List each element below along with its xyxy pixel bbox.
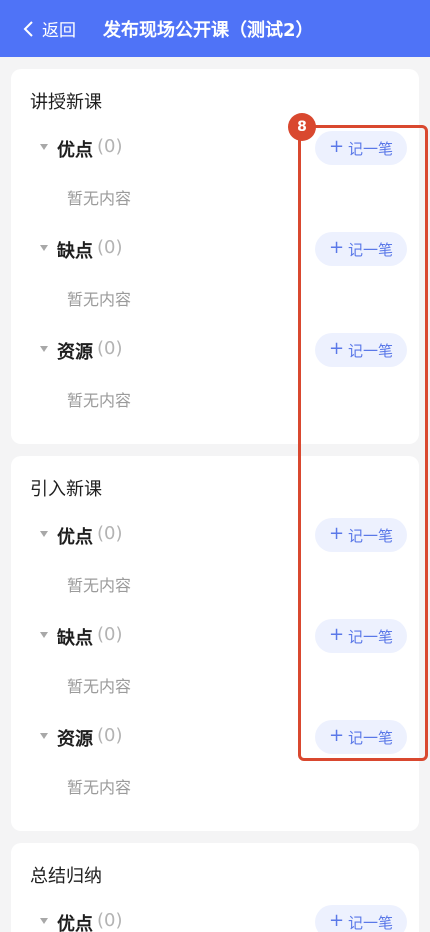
chevron-left-icon (23, 20, 33, 37)
caret-down-icon[interactable] (40, 531, 48, 537)
caret-down-icon[interactable] (40, 144, 48, 150)
item-label: 缺点 (57, 241, 93, 262)
item-label: 优点 (57, 527, 93, 548)
item-label: 缺点 (57, 628, 93, 649)
section-title: 总结归纳 (30, 866, 102, 887)
item-row-pros: 优点 (0) + 记一笔 (11, 905, 419, 932)
empty-text: 暂无内容 (67, 677, 132, 696)
item-label: 资源 (57, 729, 93, 750)
add-note-label: 记一笔 (348, 913, 394, 932)
annotation-badge: 8 (288, 113, 316, 141)
back-button[interactable]: 返回 (22, 0, 76, 57)
empty-text: 暂无内容 (67, 576, 132, 595)
item-label: 优点 (57, 914, 93, 932)
item-count: (0) (97, 910, 123, 931)
caret-down-icon[interactable] (40, 245, 48, 251)
empty-text: 暂无内容 (67, 391, 132, 410)
empty-text: 暂无内容 (67, 778, 132, 797)
section-card-summary: 总结归纳 优点 (0) + 记一笔 (11, 843, 419, 932)
item-count: (0) (97, 725, 123, 746)
item-label: 资源 (57, 342, 93, 363)
item-count: (0) (97, 523, 123, 544)
caret-down-icon[interactable] (40, 346, 48, 352)
caret-down-icon[interactable] (40, 733, 48, 739)
empty-text: 暂无内容 (67, 290, 132, 309)
top-nav-bar: 返回 发布现场公开课（测试2） (0, 0, 430, 57)
plus-icon: + (328, 910, 345, 931)
item-count: (0) (97, 237, 123, 258)
add-note-button[interactable]: + 记一笔 (315, 905, 407, 932)
back-label: 返回 (42, 21, 76, 41)
item-label: 优点 (57, 140, 93, 161)
item-count: (0) (97, 624, 123, 645)
annotation-highlight-box (298, 125, 428, 761)
caret-down-icon[interactable] (40, 918, 48, 924)
empty-text: 暂无内容 (67, 189, 132, 208)
item-count: (0) (97, 136, 123, 157)
item-count: (0) (97, 338, 123, 359)
caret-down-icon[interactable] (40, 632, 48, 638)
page-title: 发布现场公开课（测试2） (103, 19, 314, 41)
section-title: 引入新课 (30, 479, 102, 500)
section-title: 讲授新课 (30, 92, 102, 113)
